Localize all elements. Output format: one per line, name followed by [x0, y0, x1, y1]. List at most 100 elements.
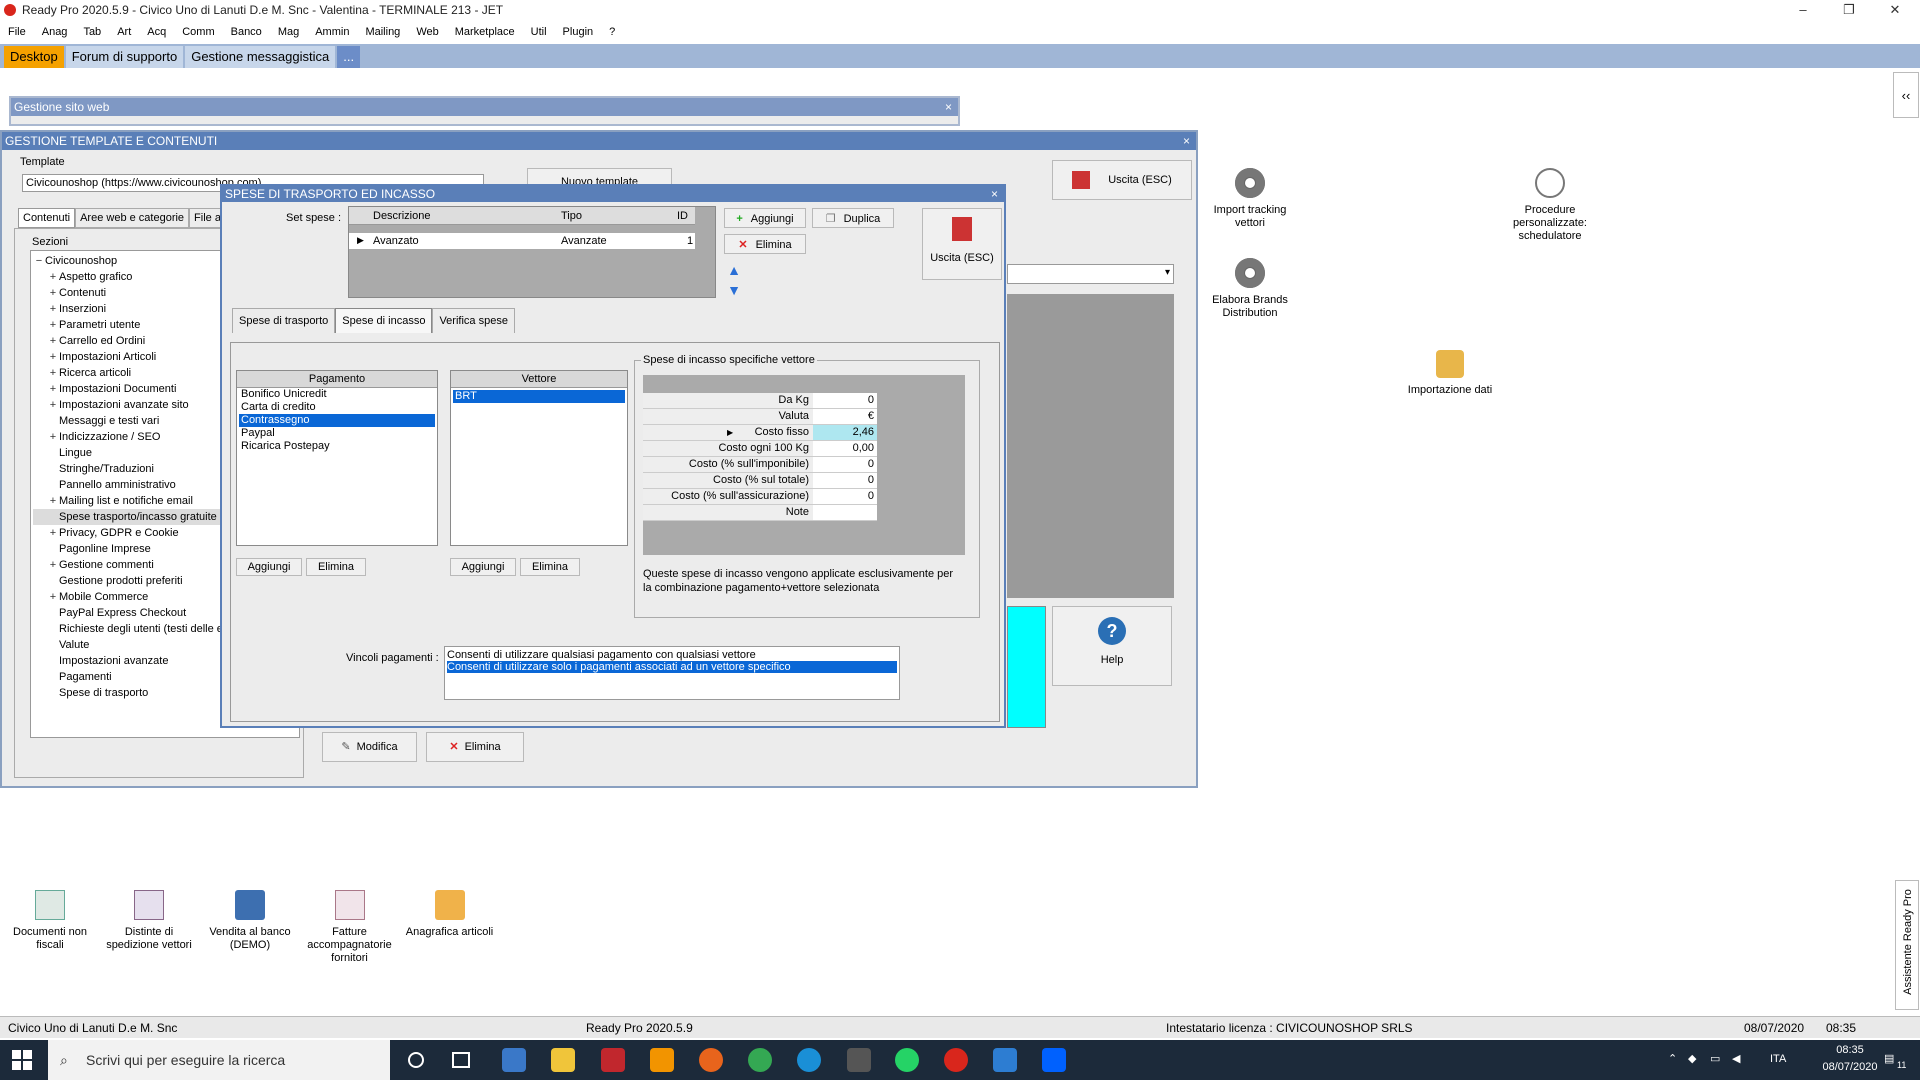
aggiungi-pagamento-button[interactable]: Aggiungi: [236, 558, 302, 576]
arrow-up-icon[interactable]: ▲: [725, 262, 743, 278]
arrow-down-icon[interactable]: ▼: [725, 282, 743, 298]
tab-desktop[interactable]: Desktop: [4, 46, 64, 68]
tab-spese-incasso[interactable]: Spese di incasso: [335, 308, 433, 333]
menu-help[interactable]: ?: [609, 26, 615, 38]
ready-pro-icon[interactable]: [944, 1048, 968, 1072]
tree-item[interactable]: Lingue: [33, 445, 223, 461]
whatsapp-icon[interactable]: [895, 1048, 919, 1072]
close-icon[interactable]: ×: [1183, 132, 1190, 150]
field-row[interactable]: Note: [643, 505, 877, 521]
list-item[interactable]: Contrassegno: [239, 414, 435, 427]
chevron-up-icon[interactable]: ⌃: [1668, 1052, 1677, 1065]
expand-icon[interactable]: +: [47, 269, 59, 285]
expand-icon[interactable]: +: [47, 349, 59, 365]
store-icon[interactable]: [502, 1048, 526, 1072]
windows-start-icon[interactable]: [12, 1050, 32, 1070]
expand-icon[interactable]: +: [47, 301, 59, 317]
close-icon[interactable]: ×: [991, 186, 998, 202]
tree-item[interactable]: + Carrello ed Ordini: [33, 333, 223, 349]
terminal-icon[interactable]: [847, 1048, 871, 1072]
dropbox-icon[interactable]: [1042, 1048, 1066, 1072]
expand-icon[interactable]: +: [47, 493, 59, 509]
list-item[interactable]: Paypal: [239, 427, 435, 440]
tree-item[interactable]: + Ricerca articoli: [33, 365, 223, 381]
expand-icon[interactable]: +: [47, 557, 59, 573]
tab-verifica-spese[interactable]: Verifica spese: [432, 308, 515, 333]
expand-icon[interactable]: +: [47, 525, 59, 541]
field-value[interactable]: [813, 505, 877, 520]
field-value[interactable]: 0: [813, 457, 877, 472]
tree-item[interactable]: Spese di trasporto: [33, 685, 223, 701]
elimina-set-button[interactable]: ✕ Elimina: [724, 234, 806, 254]
tab-forum[interactable]: Forum di supporto: [65, 46, 184, 68]
task-view-icon[interactable]: [452, 1052, 470, 1068]
field-row[interactable]: Da Kg 0: [643, 393, 877, 409]
tab-contenuti[interactable]: Contenuti: [18, 208, 76, 228]
tree-item[interactable]: Pannello amministrativo: [33, 477, 223, 493]
menu-art[interactable]: Art: [117, 26, 131, 38]
field-value[interactable]: €: [813, 409, 877, 424]
tab-spese-trasporto[interactable]: Spese di trasporto: [232, 308, 336, 333]
set-spese-grid[interactable]: Descrizione Tipo ID ▶ Avanzato Avanzate …: [348, 206, 716, 298]
field-row[interactable]: Costo (% sul totale) 0: [643, 473, 877, 489]
elabora-brands-shortcut[interactable]: Elabora Brands Distribution: [1200, 258, 1300, 320]
tree-item[interactable]: PayPal Express Checkout: [33, 605, 223, 621]
assistente-panel[interactable]: Assistente Ready Pro: [1895, 880, 1919, 1010]
expand-icon[interactable]: +: [47, 381, 59, 397]
minimize-button[interactable]: –: [1780, 0, 1826, 20]
list-item[interactable]: Bonifico Unicredit: [239, 388, 435, 401]
tree-item[interactable]: + Parametri utente: [33, 317, 223, 333]
table-row[interactable]: ▶ Avanzato Avanzate 1: [349, 233, 695, 249]
list-item-selected[interactable]: Consenti di utilizzare solo i pagamenti …: [447, 661, 897, 673]
aggiungi-vettore-button[interactable]: Aggiungi: [450, 558, 516, 576]
tree-item[interactable]: + Aspetto grafico: [33, 269, 223, 285]
tab-messaggistica[interactable]: Gestione messaggistica: [185, 46, 336, 68]
menu-mag[interactable]: Mag: [278, 26, 299, 38]
list-item[interactable]: BRT: [453, 390, 625, 403]
expand-icon[interactable]: +: [47, 397, 59, 413]
help-button[interactable]: ? Help: [1052, 606, 1172, 686]
language-indicator[interactable]: ITA: [1770, 1053, 1786, 1065]
menu-banco[interactable]: Banco: [231, 26, 262, 38]
menu-web[interactable]: Web: [416, 26, 438, 38]
tree-item[interactable]: Gestione prodotti preferiti: [33, 573, 223, 589]
field-value[interactable]: 0: [813, 489, 877, 504]
menu-file[interactable]: File: [8, 26, 26, 38]
tree-root[interactable]: Civicounoshop: [45, 255, 117, 267]
tree-item[interactable]: Impostazioni avanzate: [33, 653, 223, 669]
cortana-icon[interactable]: [408, 1052, 424, 1068]
tree-item[interactable]: + Mobile Commerce: [33, 589, 223, 605]
uscita-dialog-button[interactable]: Uscita (ESC): [922, 208, 1002, 280]
file-explorer-icon[interactable]: [551, 1048, 575, 1072]
tree-item[interactable]: + Gestione commenti: [33, 557, 223, 573]
anagrafica-articoli-shortcut[interactable]: Anagrafica articoli: [402, 890, 497, 939]
menu-util[interactable]: Util: [531, 26, 547, 38]
expand-icon[interactable]: +: [47, 333, 59, 349]
list-item[interactable]: Consenti di utilizzare qualsiasi pagamen…: [447, 649, 897, 661]
tree-item[interactable]: Stringhe/Traduzioni: [33, 461, 223, 477]
tree-item[interactable]: + Privacy, GDPR e Cookie: [33, 525, 223, 541]
notifications-icon[interactable]: ▤: [1884, 1052, 1894, 1065]
field-value[interactable]: 0: [813, 393, 877, 408]
pagamento-list[interactable]: Pagamento Bonifico Unicredit Carta di cre…: [236, 370, 438, 546]
tree-item[interactable]: Valute: [33, 637, 223, 653]
tree-item[interactable]: + Inserzioni: [33, 301, 223, 317]
field-value[interactable]: 2,46: [813, 425, 877, 440]
tree-item[interactable]: + Impostazioni Documenti: [33, 381, 223, 397]
tree-item[interactable]: Richieste degli utenti (testi delle e: [33, 621, 223, 637]
dropdown[interactable]: ▾: [1007, 264, 1174, 284]
list-item[interactable]: Carta di credito: [239, 401, 435, 414]
expand-icon[interactable]: +: [47, 317, 59, 333]
vincoli-list[interactable]: Consenti di utilizzare qualsiasi pagamen…: [444, 646, 900, 700]
field-row[interactable]: Costo (% sull'assicurazione) 0: [643, 489, 877, 505]
firefox-icon[interactable]: [699, 1048, 723, 1072]
distinte-shortcut[interactable]: Distinte di spedizione vettori: [104, 890, 194, 952]
documenti-shortcut[interactable]: Documenti non fiscali: [10, 890, 90, 952]
expand-icon[interactable]: +: [47, 589, 59, 605]
tree-item[interactable]: + Contenuti: [33, 285, 223, 301]
elimina-template-button[interactable]: ✕ Elimina: [426, 732, 524, 762]
media-player-icon[interactable]: [650, 1048, 674, 1072]
field-value[interactable]: 0,00: [813, 441, 877, 456]
field-value[interactable]: 0: [813, 473, 877, 488]
clock-date[interactable]: 08/07/2020: [1820, 1061, 1880, 1073]
